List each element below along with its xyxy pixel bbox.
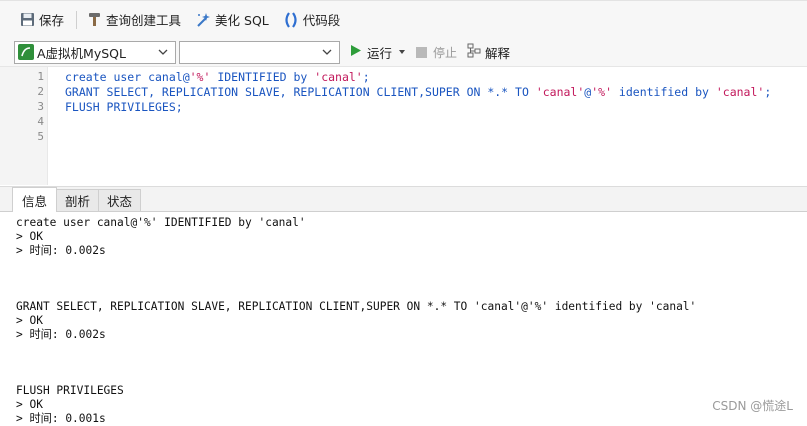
line-number: 4 <box>37 115 44 128</box>
beautify-sql-button[interactable]: 美化 SQL <box>191 8 273 32</box>
result-time: > 时间: 0.002s <box>16 328 106 341</box>
query-builder-label: 查询创建工具 <box>106 13 182 28</box>
code-string-token: 'canal' <box>715 85 765 99</box>
watermark: CSDN @慌途L <box>712 399 793 413</box>
explain-button[interactable]: 解释 <box>467 43 510 62</box>
code-string-token: '%' <box>591 85 612 99</box>
chevron-down-icon <box>157 46 169 61</box>
code-token: ; <box>764 85 772 99</box>
result-statement: create user canal@'%' IDENTIFIED by 'can… <box>16 216 306 229</box>
code-token: GRANT SELECT, REPLICATION SLAVE, REPLICA… <box>65 85 536 99</box>
code-token: FLUSH PRIVILEGES; <box>65 100 183 114</box>
code-token: identified by <box>612 85 716 99</box>
code-line[interactable]: create user canal@'%' IDENTIFIED by 'can… <box>65 70 370 84</box>
message-panel: create user canal@'%' IDENTIFIED by 'can… <box>0 212 807 425</box>
code-snippet-label: 代码段 <box>302 13 341 28</box>
explain-icon <box>467 43 482 61</box>
save-button[interactable]: 保存 <box>16 8 68 32</box>
code-line[interactable]: GRANT SELECT, REPLICATION SLAVE, REPLICA… <box>65 85 771 99</box>
save-icon <box>20 12 35 27</box>
toolbar-divider <box>76 10 78 29</box>
hammer-icon <box>87 12 102 27</box>
code-string-token: 'canal' <box>314 70 363 84</box>
connection-toolbar: A虚拟机MySQL 运行 停止 解释 <box>0 38 807 66</box>
mysql-connection-icon <box>18 44 34 60</box>
save-label: 保存 <box>39 13 65 28</box>
query-builder-button[interactable]: 查询创建工具 <box>83 8 185 32</box>
result-status: > OK <box>16 398 43 411</box>
stop-button[interactable]: 停止 <box>416 44 457 61</box>
result-status: > OK <box>16 314 43 327</box>
code-token: IDENTIFIED by <box>210 70 315 84</box>
connection-select-value: A虚拟机MySQL <box>37 45 126 61</box>
parentheses-icon <box>283 11 299 28</box>
line-number: 1 <box>37 70 44 83</box>
explain-label: 解释 <box>485 45 511 61</box>
result-tabs: 信息 剖析 状态 <box>0 186 807 212</box>
database-select[interactable] <box>179 40 340 64</box>
sql-editor[interactable]: 1 2 3 4 5 create user canal@'%' IDENTIFI… <box>0 66 807 185</box>
code-string-token: '%' <box>189 70 211 84</box>
connection-select[interactable]: A虚拟机MySQL <box>14 40 176 64</box>
result-status: > OK <box>16 230 43 243</box>
code-line[interactable]: FLUSH PRIVILEGES; <box>65 100 183 114</box>
main-toolbar: 保存 查询创建工具 美化 SQL 代码段 <box>0 0 807 38</box>
code-string-token: 'canal' <box>535 85 585 99</box>
line-number: 2 <box>37 85 44 98</box>
play-icon <box>350 44 362 60</box>
line-number: 5 <box>37 130 44 143</box>
line-number: 3 <box>37 100 44 113</box>
beautify-sql-label: 美化 SQL <box>215 13 269 28</box>
code-token: ; <box>362 70 370 84</box>
magic-wand-icon <box>195 12 211 28</box>
code-snippet-button[interactable]: 代码段 <box>279 8 345 32</box>
code-token: create user canal@ <box>65 70 190 84</box>
result-time: > 时间: 0.002s <box>16 244 106 257</box>
chevron-down-icon <box>321 46 333 61</box>
result-statement: GRANT SELECT, REPLICATION SLAVE, REPLICA… <box>16 300 697 313</box>
result-statement: FLUSH PRIVILEGES <box>16 384 124 397</box>
line-number-gutter: 1 2 3 4 5 <box>0 67 48 185</box>
tab-info[interactable]: 信息 <box>12 187 58 212</box>
run-label: 运行 <box>367 45 393 61</box>
run-button[interactable]: 运行 <box>350 43 406 62</box>
stop-icon <box>416 46 428 58</box>
result-time: > 时间: 0.001s <box>16 412 106 425</box>
stop-label: 停止 <box>433 45 458 60</box>
tab-profile[interactable]: 剖析 <box>56 189 100 211</box>
tab-status[interactable]: 状态 <box>98 189 142 211</box>
run-dropdown-icon[interactable] <box>398 45 406 59</box>
